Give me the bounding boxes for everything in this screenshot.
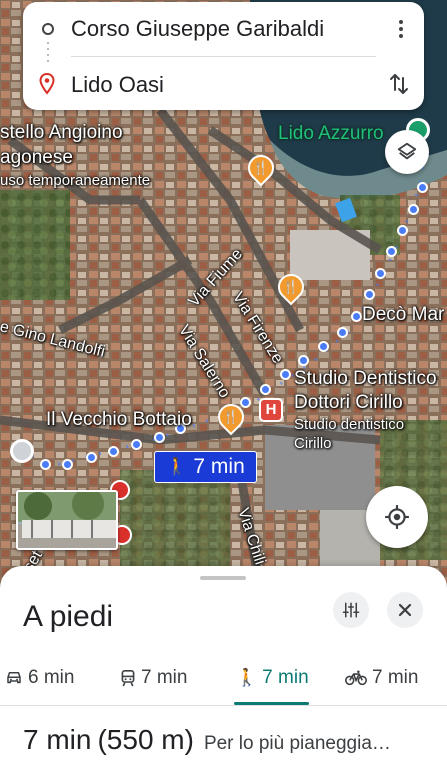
tab-car[interactable]: 6 min xyxy=(5,652,74,704)
more-vert-icon[interactable] xyxy=(392,18,410,40)
map-label-castello-2[interactable]: agonese xyxy=(0,147,73,169)
route-dot xyxy=(408,204,419,215)
my-location-button[interactable] xyxy=(366,486,428,548)
route-dot xyxy=(260,384,271,395)
destination-field[interactable]: Lido Oasi xyxy=(23,60,424,110)
summary-description: Per lo più pianeggiante xyxy=(203,733,394,754)
map-view[interactable]: 🍴 🍴 🍴 H stello Angioino agonese uso temp… xyxy=(0,0,447,590)
route-dot xyxy=(40,459,51,470)
walk-icon: 🚶 xyxy=(236,668,258,687)
route-dot xyxy=(108,446,119,457)
car-icon xyxy=(7,672,21,684)
route-dot xyxy=(375,268,386,279)
summary-distance: (550 m) xyxy=(97,724,194,755)
tab-car-label: 6 min xyxy=(28,667,75,688)
tab-bike[interactable]: 7 min xyxy=(345,652,418,704)
hospital-icon[interactable]: H xyxy=(259,398,283,422)
route-origin-marker xyxy=(10,439,34,463)
layers-button[interactable] xyxy=(385,130,429,174)
location-pin-icon xyxy=(39,73,55,95)
map-label-studio-sub-2: Cirillo xyxy=(294,435,332,452)
route-options-button[interactable] xyxy=(333,592,369,628)
directions-bottom-sheet: A piedi 6 min 7 min 🚶 7 min 7 min 7 min … xyxy=(0,566,447,768)
map-label-deco-mar[interactable]: Decò Mar xyxy=(362,304,444,326)
tab-walk-label: 7 min xyxy=(262,667,309,688)
route-summary[interactable]: 7 min (550 m) Per lo più pianeggiante xyxy=(23,724,394,756)
route-dot xyxy=(397,225,408,236)
directions-search-card: Corso Giuseppe Garibaldi Lido Oasi xyxy=(23,2,424,110)
travel-mode-title: A piedi xyxy=(23,600,114,633)
origin-text: Corso Giuseppe Garibaldi xyxy=(71,16,325,41)
map-label-castello[interactable]: stello Angioino xyxy=(0,122,123,144)
tab-bike-label: 7 min xyxy=(372,667,419,688)
route-dot xyxy=(337,327,348,338)
map-label-castello-3: uso temporaneamente xyxy=(0,172,151,189)
map-label-dottori-cirillo[interactable]: Dottori Cirillo xyxy=(294,392,403,414)
route-dot xyxy=(364,289,375,300)
route-time-label: 7 min xyxy=(193,455,245,478)
close-button[interactable] xyxy=(387,592,423,628)
street-view-thumbnail[interactable] xyxy=(16,490,118,550)
route-dot xyxy=(280,369,291,380)
origin-field[interactable]: Corso Giuseppe Garibaldi xyxy=(23,4,424,54)
layers-icon xyxy=(397,142,417,160)
route-dot xyxy=(417,182,428,193)
route-dot xyxy=(318,341,329,352)
map-label-lido-azzurro[interactable]: Lido Azzurro xyxy=(278,123,384,145)
tune-icon xyxy=(342,602,360,618)
summary-time: 7 min xyxy=(23,724,92,755)
route-dot xyxy=(86,452,97,463)
my-location-icon xyxy=(385,505,409,529)
walk-icon: 🚶 xyxy=(166,457,188,476)
route-dot xyxy=(131,439,142,450)
map-label-studio-sub: Studio dentistico xyxy=(294,416,405,433)
close-icon xyxy=(398,603,412,617)
origin-circle-icon xyxy=(42,23,54,35)
sheet-divider xyxy=(0,705,447,706)
travel-mode-tabs: 6 min 7 min 🚶 7 min 7 min xyxy=(0,652,447,705)
tab-transit[interactable]: 7 min xyxy=(120,652,187,704)
map-label-vecchio-bottaio[interactable]: Il Vecchio Bottaio xyxy=(46,409,192,431)
drag-handle[interactable] xyxy=(200,576,246,580)
route-dot xyxy=(154,432,165,443)
train-icon xyxy=(121,670,135,687)
route-dot xyxy=(351,311,362,322)
search-divider xyxy=(71,56,376,57)
bike-icon xyxy=(345,670,367,686)
route-dot xyxy=(62,459,73,470)
tab-transit-label: 7 min xyxy=(141,667,188,688)
swap-vert-icon[interactable] xyxy=(388,72,410,96)
route-dot xyxy=(298,355,309,366)
route-dot xyxy=(386,246,397,257)
tab-walk[interactable]: 🚶 7 min xyxy=(236,652,309,704)
destination-text: Lido Oasi xyxy=(71,72,164,97)
route-time-chip[interactable]: 🚶 7 min xyxy=(154,451,257,483)
map-label-studio-dentistico[interactable]: Studio Dentistico xyxy=(294,368,437,390)
